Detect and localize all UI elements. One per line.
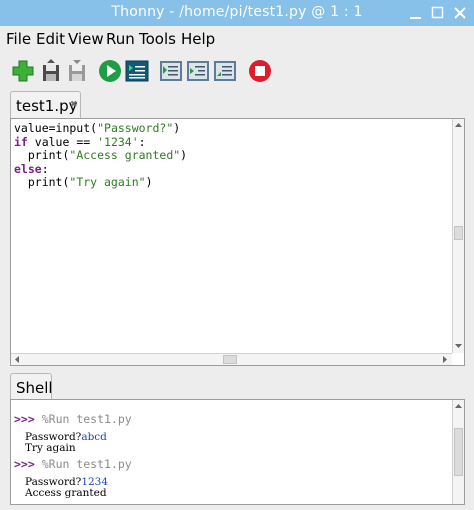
scroll-up-icon[interactable] xyxy=(453,120,464,131)
tab-shell[interactable]: Shell xyxy=(10,373,53,400)
scroll-thumb-horizontal[interactable] xyxy=(223,355,237,364)
shell-prompt-line: >>> %Run test1.py xyxy=(14,412,132,426)
shell-result-line: Access granted xyxy=(25,487,107,499)
scroll-up-icon[interactable] xyxy=(453,401,464,412)
shell-tab-label: Shell xyxy=(16,379,53,397)
code-token: else xyxy=(14,161,42,176)
shell-result-line: Try again xyxy=(25,442,76,454)
code-line[interactable]: print("Access granted") xyxy=(14,148,188,163)
code-area[interactable]: value=input("Password?") if value == '123… xyxy=(14,121,188,190)
menu-tools[interactable]: Tools xyxy=(139,30,176,48)
menu-run[interactable]: Run xyxy=(106,30,135,48)
code-token: : xyxy=(138,134,146,149)
title-bar: Thonny - /home/pi/test1.py @ 1 : 1 xyxy=(0,0,474,26)
tab-test1[interactable]: test1.py ✖ xyxy=(10,91,81,119)
code-token: "Try again" xyxy=(69,175,146,189)
code-line[interactable]: print("Try again") xyxy=(14,175,187,190)
code-token: "Access granted" xyxy=(69,148,181,162)
close-icon[interactable] xyxy=(450,3,470,23)
shell-vertical-scrollbar[interactable] xyxy=(452,400,464,504)
code-line[interactable]: else: xyxy=(14,161,187,177)
code-line[interactable]: value=input("Password?") xyxy=(14,121,187,136)
stop-icon[interactable] xyxy=(247,58,273,84)
step-into-icon[interactable] xyxy=(185,58,211,84)
code-token: '1234' xyxy=(97,134,139,149)
debug-icon[interactable] xyxy=(124,58,150,84)
code-token: if xyxy=(14,134,28,149)
tab-label: test1.py xyxy=(16,97,78,115)
editor-vertical-scrollbar[interactable] xyxy=(452,119,464,353)
load-icon[interactable] xyxy=(38,58,64,84)
window-title: Thonny - /home/pi/test1.py @ 1 : 1 xyxy=(111,4,363,20)
code-token: "Password?" xyxy=(97,121,174,135)
menu-edit[interactable]: Edit xyxy=(36,30,65,48)
scroll-down-icon[interactable] xyxy=(453,340,464,351)
menu-help[interactable]: Help xyxy=(181,30,215,48)
scroll-right-icon[interactable] xyxy=(439,354,450,365)
shell-prompt-line: >>> %Run test1.py xyxy=(14,457,132,471)
code-token: : xyxy=(41,161,49,176)
step-out-icon[interactable] xyxy=(212,58,238,84)
code-editor[interactable]: value=input("Password?") if value == '123… xyxy=(10,118,465,366)
code-token: print( xyxy=(14,175,70,189)
toolbar xyxy=(0,54,474,88)
scroll-thumb[interactable] xyxy=(454,226,463,240)
new-file-icon[interactable] xyxy=(10,58,36,84)
scroll-thumb[interactable] xyxy=(454,428,463,476)
save-icon[interactable] xyxy=(64,58,90,84)
code-token: print( xyxy=(14,148,70,162)
code-token: value == xyxy=(27,134,98,149)
menu-file[interactable]: File xyxy=(6,30,31,48)
code-line[interactable]: if value == '1234': xyxy=(14,134,187,150)
step-over-icon[interactable] xyxy=(158,58,184,84)
menu-view[interactable]: View xyxy=(68,30,104,48)
tab-close-icon[interactable]: ✖ xyxy=(70,100,78,110)
editor-horizontal-scrollbar[interactable] xyxy=(11,353,452,365)
code-token: ) xyxy=(145,175,153,189)
scroll-left-icon[interactable] xyxy=(12,354,23,365)
shell-console[interactable]: >>> %Run test1.py Password?abcd Try agai… xyxy=(10,399,465,505)
code-token: value=input( xyxy=(14,121,98,135)
run-icon[interactable] xyxy=(97,58,123,84)
code-token: ) xyxy=(180,148,188,162)
code-token: ) xyxy=(173,121,181,135)
maximize-icon[interactable] xyxy=(428,3,448,23)
minimize-icon[interactable] xyxy=(406,3,426,23)
menu-bar: File Edit View Run Tools Help xyxy=(0,26,474,52)
